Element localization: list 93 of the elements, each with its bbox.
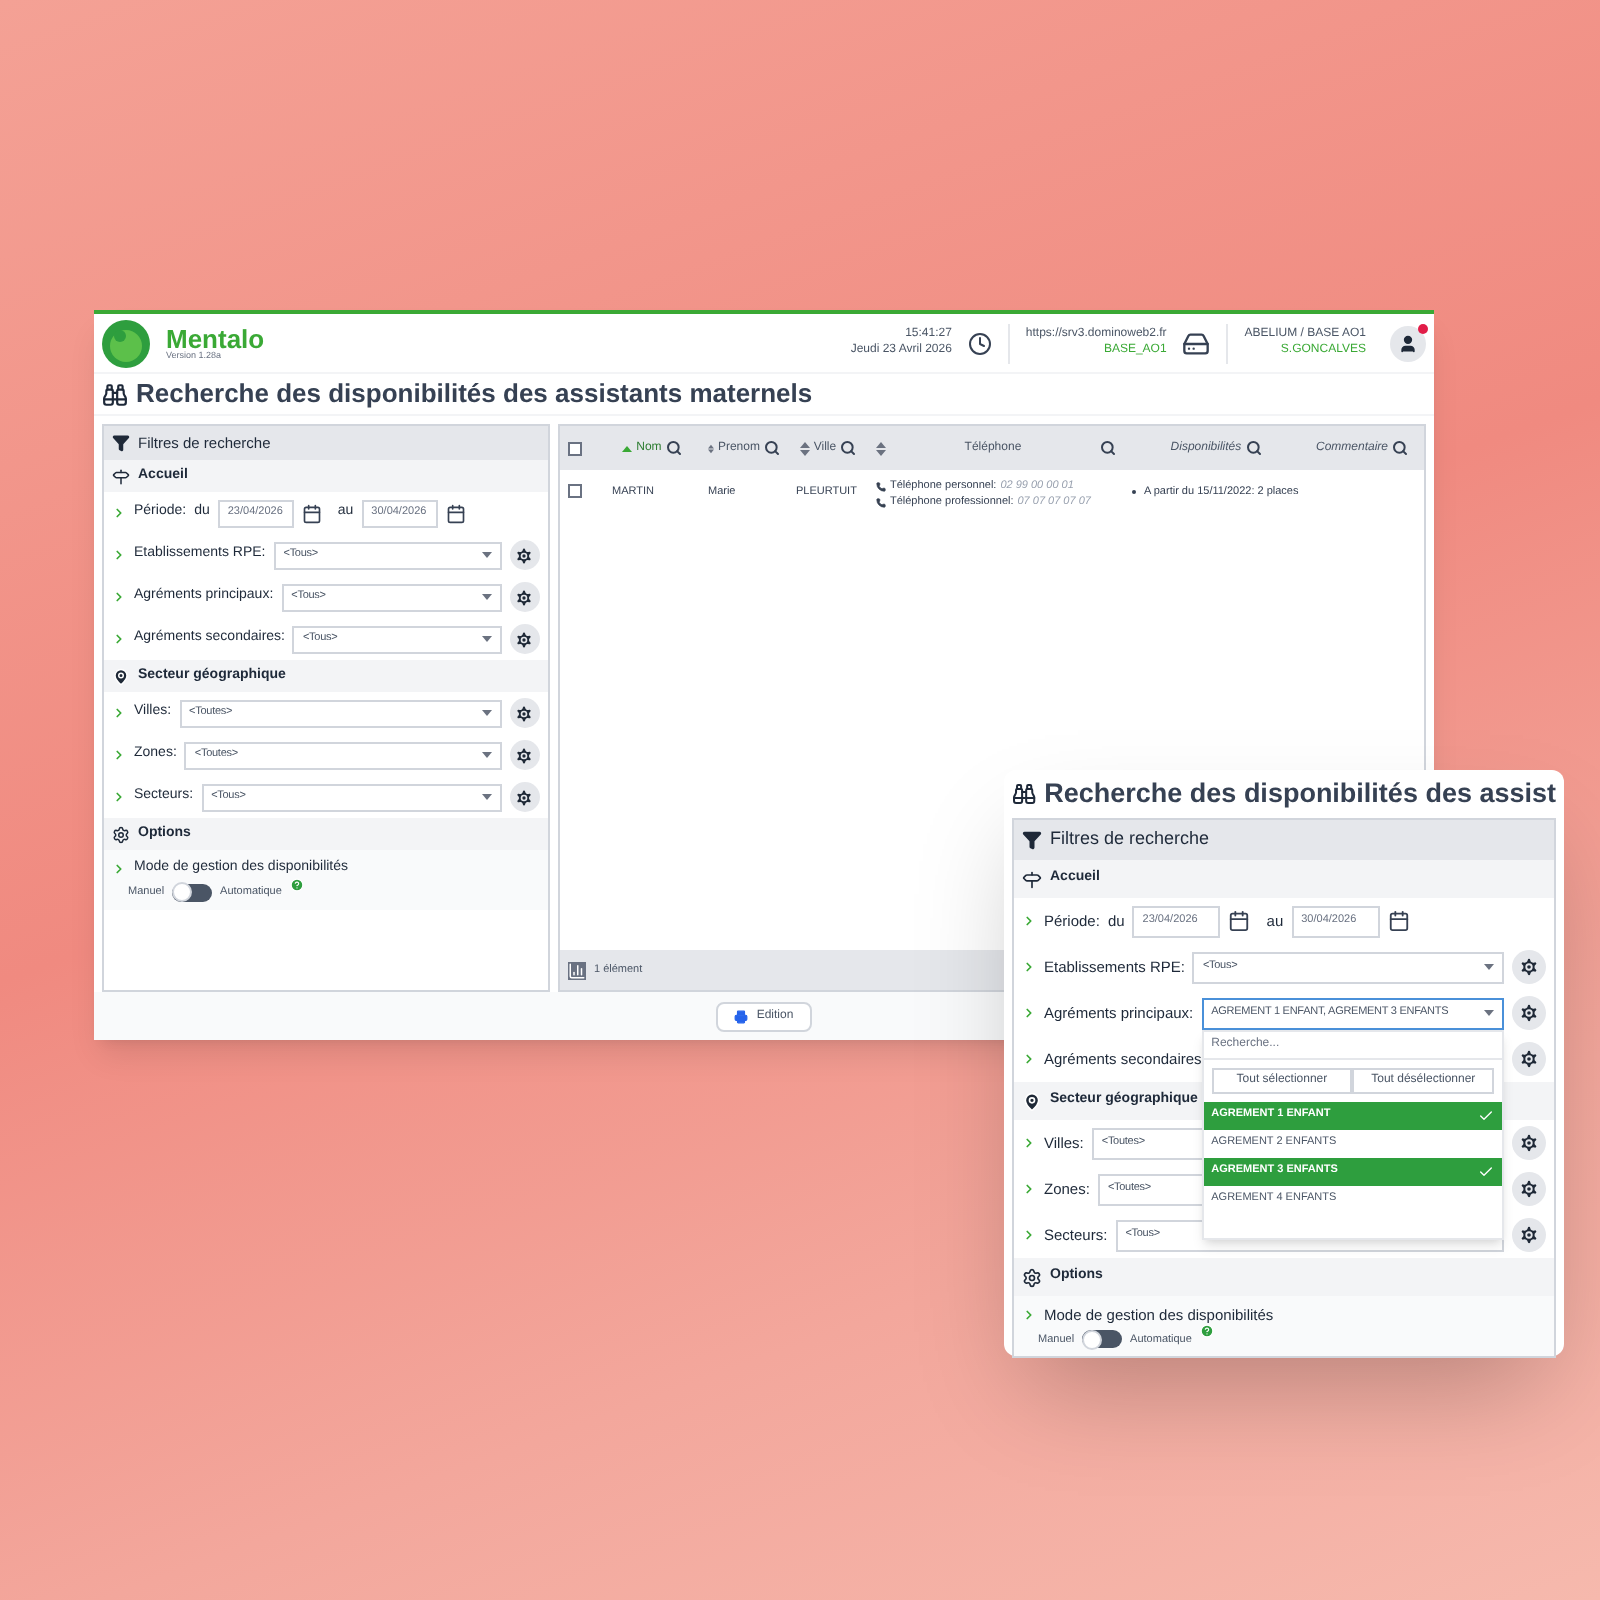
search-icon[interactable] [763, 440, 780, 456]
settings-button[interactable] [509, 540, 540, 570]
clock-icon [967, 331, 992, 355]
settings-icon [514, 587, 535, 607]
binoculars-icon [102, 381, 128, 407]
chevron-icon [112, 790, 126, 804]
panel-title: Filtres de recherche [1050, 826, 1210, 853]
chevron-icon [1022, 1182, 1036, 1196]
calendar-icon[interactable] [1228, 910, 1251, 932]
settings-icon [1518, 956, 1540, 978]
map-pin-icon [112, 667, 130, 685]
logo-icon [102, 319, 150, 367]
binoculars-icon [1012, 780, 1037, 808]
chevron-icon [1022, 1006, 1036, 1020]
settings-icon [1518, 1002, 1540, 1024]
settings-button[interactable] [1512, 1172, 1546, 1206]
settings-button[interactable] [509, 740, 540, 770]
row-checkbox[interactable] [567, 484, 582, 498]
caret-icon [481, 794, 492, 800]
gear-icon [112, 825, 130, 843]
settings-icon [514, 745, 535, 765]
phone-icon [875, 497, 886, 508]
user-avatar[interactable] [1390, 325, 1426, 361]
settings-icon [1518, 1048, 1540, 1070]
caret-icon [481, 710, 492, 716]
search-icon[interactable] [1245, 440, 1262, 456]
toggle-switch[interactable] [1082, 1330, 1123, 1349]
settings-button[interactable] [1512, 1218, 1546, 1252]
filter-icon [1022, 830, 1042, 850]
chevron-icon [112, 590, 126, 604]
settings-button[interactable] [1512, 1126, 1546, 1160]
caret-icon [481, 636, 492, 642]
chevron-icon [112, 548, 126, 562]
chevron-icon [112, 632, 126, 646]
calendar-icon[interactable] [445, 503, 466, 523]
check-icon [1478, 1163, 1494, 1179]
signpost-icon [112, 467, 130, 485]
sort-icon[interactable] [799, 441, 810, 455]
caret-icon [481, 552, 492, 558]
hard-drive-icon [1182, 329, 1211, 357]
chevron-icon [1022, 1228, 1036, 1242]
chevron-icon [112, 861, 126, 876]
chevron-icon [112, 506, 126, 520]
search-icon[interactable] [840, 440, 857, 456]
calendar-icon[interactable] [1387, 910, 1410, 932]
app-name: Mentalo [166, 325, 265, 352]
map-pin-icon [1022, 1091, 1042, 1111]
caret-icon [481, 752, 492, 758]
caret-icon [1484, 964, 1494, 970]
chevron-icon [1022, 914, 1036, 928]
select-all-checkbox[interactable] [567, 441, 582, 455]
phone-icon [875, 481, 886, 492]
caret-icon [1484, 1010, 1494, 1016]
chevron-icon [1022, 1052, 1036, 1066]
settings-icon [514, 629, 535, 649]
chevron-icon [1022, 1308, 1036, 1323]
search-icon[interactable] [665, 440, 682, 456]
sort-icon[interactable] [875, 441, 886, 455]
sort-icon[interactable] [707, 441, 714, 455]
signpost-icon [1022, 869, 1042, 889]
caret-icon [481, 594, 492, 600]
help-icon[interactable] [1199, 1324, 1214, 1339]
settings-icon [1518, 1178, 1540, 1200]
chart-icon [567, 961, 586, 979]
settings-icon [1518, 1224, 1540, 1246]
settings-icon [514, 787, 535, 807]
chevron-icon [112, 748, 126, 762]
bullet-icon [1131, 490, 1136, 495]
settings-button[interactable] [509, 624, 540, 654]
user-icon [1398, 333, 1418, 353]
settings-button[interactable] [1512, 1042, 1546, 1076]
chevron-icon [1022, 1136, 1036, 1150]
chevron-icon [1022, 960, 1036, 974]
settings-button[interactable] [1512, 950, 1546, 984]
page-title: Recherche des disponibilités des assist [1044, 775, 1556, 812]
printer-icon [734, 1009, 749, 1023]
settings-button[interactable] [1512, 996, 1546, 1030]
gear-icon [1022, 1267, 1042, 1287]
calendar-icon[interactable] [301, 503, 322, 523]
filter-icon [112, 434, 130, 452]
check-icon [1478, 1107, 1494, 1123]
settings-icon [514, 703, 535, 723]
search-icon[interactable] [1392, 440, 1408, 456]
settings-button[interactable] [509, 782, 540, 812]
settings-icon [1518, 1132, 1540, 1154]
help-icon[interactable] [289, 877, 304, 891]
search-icon[interactable] [1099, 440, 1116, 456]
chevron-icon [112, 706, 126, 720]
settings-icon [514, 545, 535, 565]
settings-button[interactable] [509, 582, 540, 612]
page-title: Recherche des disponibilités des assistants maternels [136, 376, 813, 413]
settings-button[interactable] [509, 698, 540, 728]
toggle-switch[interactable] [172, 883, 213, 901]
